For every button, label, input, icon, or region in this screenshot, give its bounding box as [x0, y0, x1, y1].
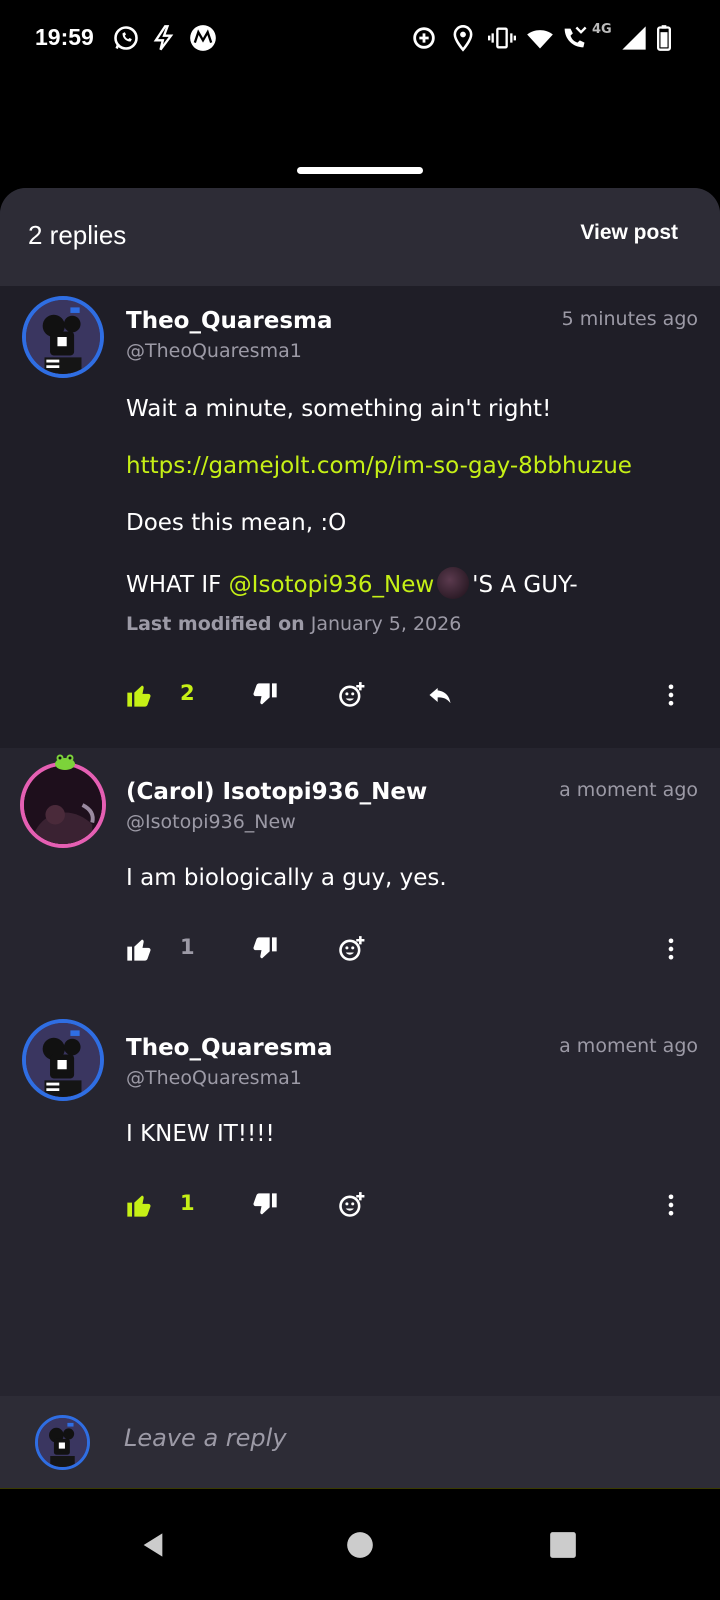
user-handle[interactable]: @TheoQuaresma1 — [126, 1067, 302, 1089]
comment-text-suffix: 'S A GUY- — [472, 572, 578, 598]
avatar[interactable] — [22, 296, 104, 378]
replies-sheet: 2 replies View post Theo_Quaresma @TheoQ… — [0, 188, 720, 1518]
system-nav-bar — [0, 1488, 720, 1600]
back-triangle-icon — [143, 1533, 163, 1557]
sheet-header: 2 replies View post — [0, 188, 720, 286]
thumbs-up-icon — [127, 939, 151, 961]
mention-avatar — [437, 567, 470, 599]
thumbs-down-icon — [253, 937, 277, 959]
more-vertical-icon — [668, 684, 674, 706]
vibrate-icon — [488, 24, 516, 52]
status-bar: 19:59 4G — [0, 0, 720, 76]
like-button[interactable] — [122, 932, 156, 966]
like-count: 1 — [180, 935, 195, 959]
reply-input[interactable]: Leave a reply — [124, 1424, 287, 1452]
comment-item: (Carol) Isotopi936_New @Isotopi936_New a… — [0, 748, 720, 1004]
whatsapp-icon — [112, 24, 140, 52]
comment-actions: 1 — [0, 932, 720, 972]
comment-text: I KNEW IT!!!! — [126, 1121, 275, 1147]
more-vertical-icon — [668, 1194, 674, 1216]
emoji-add-icon — [339, 1192, 365, 1217]
dislike-button[interactable] — [248, 1188, 282, 1222]
comment-text: Does this mean, :O — [126, 510, 347, 536]
flash-icon — [150, 24, 178, 52]
location-target-icon — [410, 24, 438, 52]
location-pin-icon — [449, 24, 477, 52]
thumbs-up-icon — [127, 685, 151, 707]
like-count: 1 — [180, 1191, 195, 1215]
recents-square-icon — [550, 1532, 576, 1558]
home-circle-icon — [347, 1532, 373, 1558]
signal-icon — [620, 24, 648, 52]
add-reaction-button[interactable] — [334, 678, 368, 712]
battery-icon — [650, 24, 678, 52]
current-user-avatar — [35, 1415, 90, 1470]
comment-item: Theo_Quaresma @TheoQuaresma1 5 minutes a… — [0, 286, 720, 748]
timestamp: a moment ago — [559, 1035, 698, 1057]
comment-text: WHAT IF @Isotopi936_New 'S A GUY- — [126, 567, 578, 599]
avatar[interactable] — [20, 762, 106, 848]
comment-actions: 2 — [0, 678, 720, 718]
user-handle[interactable]: @TheoQuaresma1 — [126, 340, 302, 362]
username[interactable]: Theo_Quaresma — [126, 1035, 333, 1061]
user-handle[interactable]: @Isotopi936_New — [126, 811, 296, 833]
comment-text: I am biologically a guy, yes. — [126, 865, 447, 891]
view-post-button[interactable]: View post — [580, 221, 678, 245]
comment-actions: 1 — [0, 1188, 720, 1228]
thumbs-down-icon — [253, 683, 277, 705]
avatar[interactable] — [22, 1019, 104, 1101]
comment-item: Theo_Quaresma @TheoQuaresma1 a moment ag… — [0, 1004, 720, 1264]
reply-composer: Leave a reply — [0, 1396, 720, 1488]
more-options-button[interactable] — [654, 1188, 688, 1222]
home-button[interactable] — [340, 1525, 380, 1565]
last-modified: Last modified on January 5, 2026 — [126, 613, 461, 635]
more-options-button[interactable] — [654, 678, 688, 712]
dislike-button[interactable] — [248, 678, 282, 712]
wifi-icon — [526, 24, 554, 52]
like-count: 2 — [180, 681, 195, 705]
like-button[interactable] — [122, 1188, 156, 1222]
post-link[interactable]: https://gamejolt.com/p/im-so-gay-8bbhuzu… — [126, 453, 632, 479]
like-button[interactable] — [122, 678, 156, 712]
thumbs-down-icon — [253, 1193, 277, 1215]
username[interactable]: Theo_Quaresma — [126, 308, 333, 334]
timestamp: 5 minutes ago — [561, 308, 698, 330]
last-modified-label: Last modified on — [126, 613, 305, 635]
emoji-add-icon — [339, 936, 365, 961]
back-button[interactable] — [133, 1525, 173, 1565]
add-reaction-button[interactable] — [334, 1188, 368, 1222]
more-options-button[interactable] — [654, 932, 688, 966]
timestamp: a moment ago — [559, 779, 698, 801]
status-time: 19:59 — [35, 24, 94, 50]
last-modified-date: January 5, 2026 — [310, 613, 462, 635]
username[interactable]: (Carol) Isotopi936_New — [126, 779, 427, 805]
wifi-call-icon — [560, 24, 588, 52]
emoji-add-icon — [339, 682, 365, 707]
more-vertical-icon — [668, 938, 674, 960]
reply-arrow-icon — [429, 688, 451, 704]
reply-button[interactable] — [423, 678, 457, 712]
network-type: 4G — [592, 22, 612, 37]
replies-count: 2 replies — [28, 220, 127, 250]
recents-button[interactable] — [543, 1525, 583, 1565]
comment-text: Wait a minute, something ain't right! — [126, 396, 552, 422]
dislike-button[interactable] — [248, 932, 282, 966]
user-mention[interactable]: @Isotopi936_New — [229, 572, 434, 598]
comment-text-prefix: WHAT IF — [126, 572, 229, 598]
add-reaction-button[interactable] — [334, 932, 368, 966]
sheet-drag-handle[interactable] — [297, 167, 423, 174]
thumbs-up-icon — [127, 1195, 151, 1217]
motorola-icon — [189, 24, 217, 52]
frog-badge-icon — [54, 754, 76, 770]
